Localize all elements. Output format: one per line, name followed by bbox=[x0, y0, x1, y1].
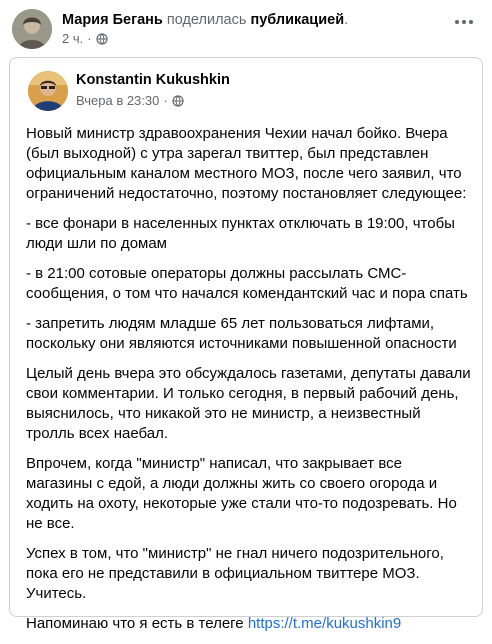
post-header: Мария Бегань поделилась публикацией. 2 ч… bbox=[0, 0, 492, 56]
author-name[interactable]: Мария Бегань bbox=[62, 12, 163, 28]
post-time[interactable]: 2 ч. bbox=[62, 31, 83, 47]
post-paragraph: Новый министр здравоохранения Чехии нача… bbox=[26, 125, 467, 202]
shared-author-avatar[interactable] bbox=[28, 71, 68, 111]
shared-post-meta: Вчера в 23:30 · bbox=[76, 93, 184, 109]
post-meta: 2 ч. · bbox=[62, 31, 108, 47]
shared-action-text: поделилась bbox=[166, 12, 247, 28]
post-paragraph: - запретить людям младше 65 лет пользова… bbox=[26, 315, 457, 352]
shared-avatar-photo bbox=[28, 71, 68, 111]
post-paragraph: Целый день вчера это обсуждалось газетам… bbox=[26, 365, 471, 442]
shared-publication-link[interactable]: публикацией bbox=[250, 12, 344, 28]
title-period: . bbox=[344, 12, 349, 28]
shared-author-name[interactable]: Konstantin Kukushkin bbox=[76, 71, 230, 89]
telegram-link[interactable]: https://t.me/kukushkin9 bbox=[248, 615, 401, 632]
post-paragraph: - все фонари в населенных пунктах отключ… bbox=[26, 215, 455, 252]
post-title: Мария Бегань поделилась публикацией. bbox=[62, 11, 348, 29]
shared-post-card: Konstantin Kukushkin Вчера в 23:30 · Нов… bbox=[9, 57, 483, 632]
shared-post-time[interactable]: Вчера в 23:30 bbox=[76, 93, 159, 109]
post-paragraph-last: Напоминаю что я есть в телеге https://t.… bbox=[26, 614, 472, 634]
more-options-icon[interactable] bbox=[446, 10, 482, 34]
post-text: Новый министр здравоохранения Чехии нача… bbox=[26, 124, 472, 644]
avatar-photo bbox=[12, 9, 52, 49]
shared-meta-separator: · bbox=[163, 93, 168, 108]
avatar[interactable] bbox=[12, 9, 52, 49]
globe-icon bbox=[172, 95, 184, 107]
post-paragraph: Успех в том, что "министр" не гнал ничег… bbox=[26, 545, 444, 602]
globe-icon bbox=[95, 33, 108, 45]
post-paragraph: - в 21:00 сотовые операторы должны рассы… bbox=[26, 265, 468, 302]
meta-separator: · bbox=[87, 31, 92, 46]
telegram-note: Напоминаю что я есть в телеге bbox=[26, 615, 248, 632]
post-paragraph: Впрочем, когда "министр" написал, что за… bbox=[26, 455, 457, 532]
